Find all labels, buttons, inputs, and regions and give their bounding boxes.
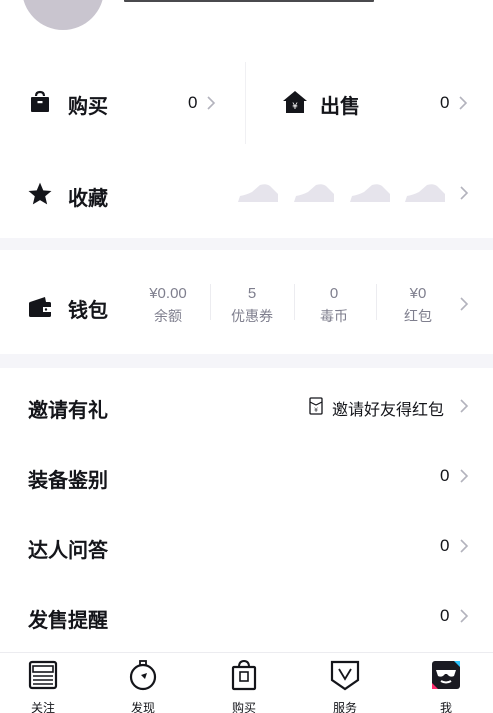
list-item-invite[interactable]: 邀请有礼 ¥ 邀请好友得红包	[0, 370, 493, 440]
chevron-right-icon	[458, 468, 470, 484]
wallet-redpacket-label: 红包	[404, 308, 432, 324]
tab-me[interactable]: 我	[406, 653, 486, 713]
username-cropped	[124, 0, 374, 2]
svg-text:¥: ¥	[292, 102, 298, 112]
sell-label: 出售	[320, 96, 360, 118]
list-item-title: 邀请有礼	[28, 400, 108, 422]
list-item-title: 装备鉴别	[28, 470, 108, 492]
orders-row: 购买 0 ¥ 出售 0	[0, 62, 493, 144]
sell-entry[interactable]: ¥ 出售 0	[246, 62, 493, 144]
bottom-tab-bar: 关注 发现 购买 服务 我	[0, 652, 493, 713]
profile-header	[0, 0, 493, 40]
wallet-coupon[interactable]: 5 优惠券	[217, 285, 287, 326]
tab-buy[interactable]: 购买	[204, 653, 284, 713]
invite-promo-text: 邀请好友得红包	[332, 402, 445, 419]
chevron-right-icon	[458, 608, 470, 624]
star-icon	[27, 181, 53, 207]
list-item-qa[interactable]: 达人问答 0	[0, 510, 493, 580]
tab-discover[interactable]: 发现	[103, 653, 183, 713]
chevron-right-icon	[458, 296, 470, 312]
list-item-release-reminder[interactable]: 发售提醒 0	[0, 580, 493, 650]
chevron-right-icon	[205, 95, 217, 111]
favorites-row[interactable]: 收藏	[0, 150, 493, 236]
wallet-balance[interactable]: ¥0.00 余额	[133, 285, 203, 326]
sneaker-thumb-icon	[403, 180, 447, 206]
wallet-coin-label: 毒币	[320, 308, 348, 324]
wallet-divider	[210, 284, 211, 320]
tab-label: 服务	[332, 701, 357, 713]
list-item-authentication[interactable]: 装备鉴别 0	[0, 440, 493, 510]
wallet-balance-label: 余额	[154, 308, 182, 324]
wallet-coupon-value: 5	[247, 285, 257, 302]
list-item-count: 0	[440, 606, 450, 625]
chevron-right-icon	[458, 538, 470, 554]
wallet-label: 钱包	[68, 300, 108, 322]
chevron-right-icon	[458, 185, 470, 201]
section-gap	[0, 354, 493, 368]
svg-text:¥: ¥	[314, 407, 318, 414]
avatar[interactable]	[22, 0, 104, 30]
shopping-bag-icon	[228, 659, 260, 691]
buy-entry[interactable]: 购买 0	[0, 62, 245, 144]
favorites-label: 收藏	[68, 188, 108, 210]
wallet-icon	[27, 295, 55, 319]
tab-label: 购买	[231, 701, 256, 713]
chevron-right-icon	[457, 95, 469, 111]
wallet-redpacket-value: ¥0	[409, 285, 427, 302]
list-item-title: 达人问答	[28, 540, 108, 562]
sneaker-thumb-icon	[348, 180, 392, 206]
wallet-redpacket[interactable]: ¥0 红包	[383, 285, 453, 326]
wallet-coin-value: 0	[329, 285, 339, 302]
news-icon	[27, 659, 59, 691]
buy-count: 0	[188, 93, 198, 112]
chevron-right-icon	[458, 398, 470, 414]
shopping-bag-icon	[28, 90, 52, 114]
shield-icon	[329, 659, 361, 691]
red-packet-icon: ¥	[309, 397, 323, 415]
tab-label: 关注	[30, 701, 55, 713]
section-gap	[0, 238, 493, 250]
wallet-divider	[376, 284, 377, 320]
tab-label: 发现	[130, 701, 155, 713]
list-item-count: 0	[440, 536, 450, 555]
compass-icon	[127, 659, 159, 691]
wallet-divider	[294, 284, 295, 320]
tab-service[interactable]: 服务	[305, 653, 385, 713]
profile-icon	[430, 659, 462, 691]
tab-label: 我	[439, 701, 452, 713]
tab-follow[interactable]: 关注	[3, 653, 83, 713]
sneaker-thumb-icon	[236, 180, 280, 206]
list-item-title: 发售提醒	[28, 610, 108, 632]
sell-house-icon: ¥	[282, 90, 308, 114]
buy-label: 购买	[68, 96, 108, 118]
wallet-coin[interactable]: 0 毒币	[299, 285, 369, 326]
list-item-count: 0	[440, 466, 450, 485]
sell-count: 0	[440, 93, 450, 112]
wallet-coupon-label: 优惠券	[231, 308, 273, 324]
sneaker-thumb-icon	[292, 180, 336, 206]
wallet-balance-value: ¥0.00	[149, 285, 187, 302]
